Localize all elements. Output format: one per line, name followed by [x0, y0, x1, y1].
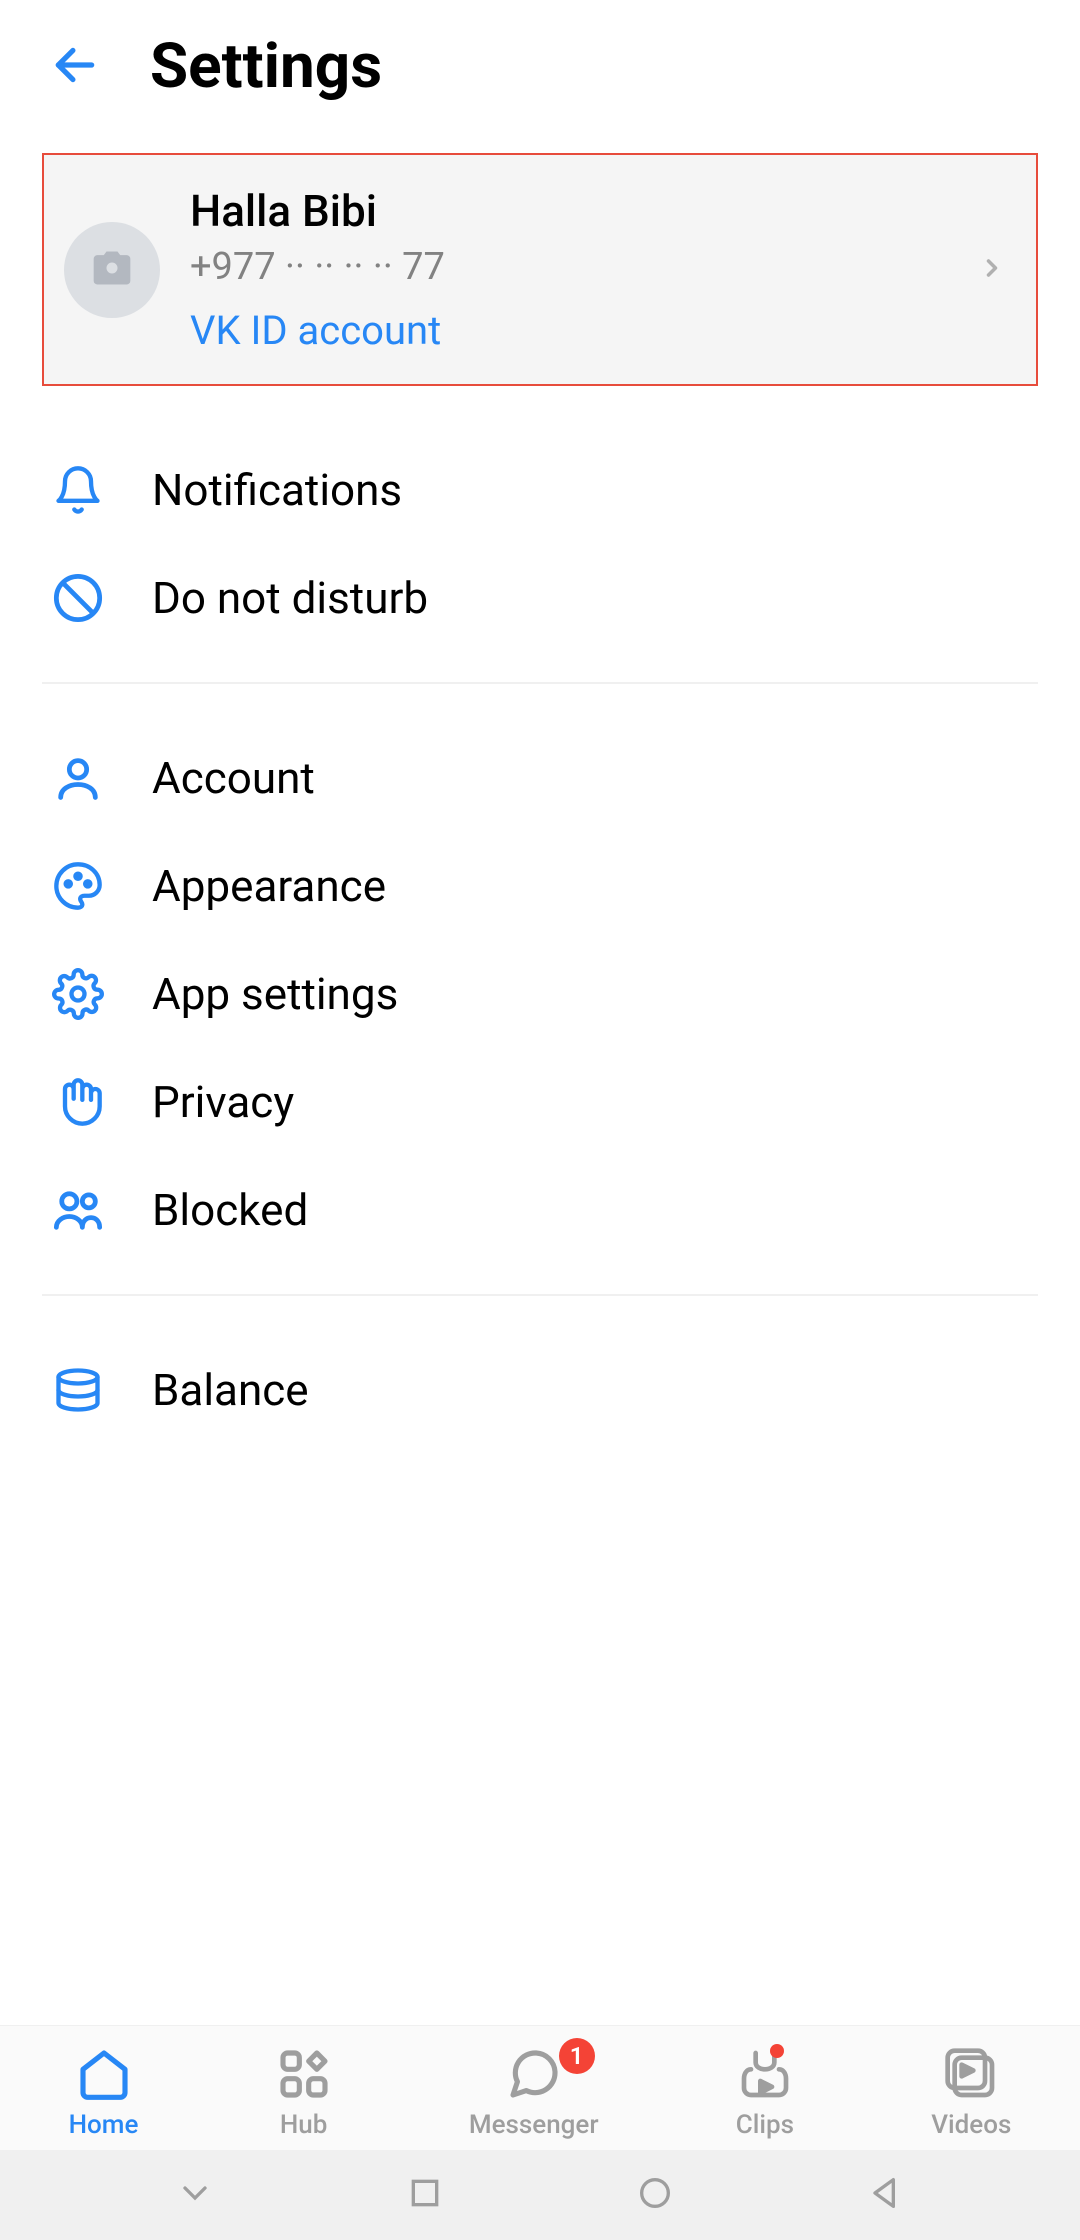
settings-item-dnd[interactable]: Do not disturb: [42, 544, 1038, 652]
settings-item-account[interactable]: Account: [42, 724, 1038, 832]
sys-back-icon[interactable]: [865, 2173, 905, 2217]
page-title: Settings: [150, 30, 382, 103]
hub-icon: [276, 2046, 332, 2102]
person-icon: [52, 752, 104, 804]
nav-label: Messenger: [469, 2110, 599, 2140]
notification-dot: [770, 2044, 784, 2058]
settings-item-label: Blocked: [152, 1184, 308, 1236]
profile-card[interactable]: Halla Bibi +977 ·· ·· ·· ·· 77 VK ID acc…: [42, 153, 1038, 386]
home-icon: [76, 2046, 132, 2102]
videos-icon: [943, 2046, 999, 2102]
system-nav: [0, 2150, 1080, 2240]
sys-recent-icon[interactable]: [175, 2173, 215, 2217]
settings-item-label: Do not disturb: [152, 572, 428, 624]
people-icon: [52, 1184, 104, 1236]
settings-item-notifications[interactable]: Notifications: [42, 436, 1038, 544]
vk-id-link[interactable]: VK ID account: [190, 307, 948, 354]
settings-list: Notifications Do not disturb Account App…: [0, 436, 1080, 2025]
settings-item-label: Appearance: [152, 860, 386, 912]
profile-name: Halla Bibi: [190, 185, 948, 237]
nav-label: Videos: [931, 2110, 1011, 2140]
settings-item-balance[interactable]: Balance: [42, 1336, 1038, 1444]
chevron-right-icon: [978, 254, 1006, 286]
nav-videos[interactable]: Videos: [931, 2046, 1011, 2140]
badge: 1: [559, 2038, 595, 2074]
profile-phone: +977 ·· ·· ·· ·· 77: [190, 245, 948, 289]
divider: [42, 1294, 1038, 1296]
back-icon[interactable]: [50, 40, 100, 94]
avatar: [64, 222, 160, 318]
settings-item-label: App settings: [152, 968, 398, 1020]
chat-icon: [506, 2046, 562, 2102]
header: Settings: [0, 0, 1080, 133]
profile-info: Halla Bibi +977 ·· ·· ·· ·· 77 VK ID acc…: [190, 185, 948, 354]
settings-item-blocked[interactable]: Blocked: [42, 1156, 1038, 1264]
nav-label: Home: [69, 2110, 139, 2140]
nav-home[interactable]: Home: [69, 2046, 139, 2140]
camera-icon: [90, 246, 134, 294]
nav-messenger[interactable]: 1 Messenger: [469, 2046, 599, 2140]
settings-item-appearance[interactable]: Appearance: [42, 832, 1038, 940]
settings-item-app-settings[interactable]: App settings: [42, 940, 1038, 1048]
nav-label: Clips: [736, 2110, 794, 2140]
divider: [42, 682, 1038, 684]
settings-item-label: Privacy: [152, 1076, 294, 1128]
settings-item-label: Notifications: [152, 464, 402, 516]
sys-overview-icon[interactable]: [405, 2173, 445, 2217]
nav-clips[interactable]: Clips: [736, 2046, 794, 2140]
settings-item-label: Balance: [152, 1364, 309, 1416]
bottom-nav: Home Hub 1 Messenger Clips Videos: [0, 2025, 1080, 2150]
settings-item-privacy[interactable]: Privacy: [42, 1048, 1038, 1156]
nav-label: Hub: [280, 2110, 328, 2140]
gear-icon: [52, 968, 104, 1020]
settings-item-label: Account: [152, 752, 315, 804]
clips-icon: [737, 2046, 793, 2102]
bell-icon: [52, 464, 104, 516]
hand-icon: [52, 1076, 104, 1128]
coins-icon: [52, 1364, 104, 1416]
prohibit-icon: [52, 572, 104, 624]
nav-hub[interactable]: Hub: [276, 2046, 332, 2140]
sys-home-icon[interactable]: [635, 2173, 675, 2217]
palette-icon: [52, 860, 104, 912]
